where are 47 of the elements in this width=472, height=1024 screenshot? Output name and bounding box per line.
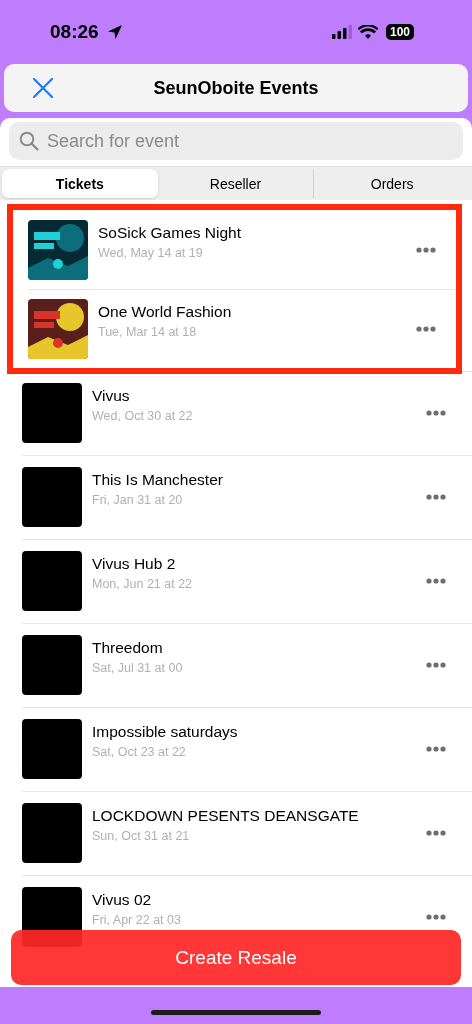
header-title: SeunOboite Events (153, 77, 319, 99)
search-input[interactable]: Search for event (45, 129, 453, 153)
thumbnail-placeholder (22, 551, 82, 611)
event-date: Tue, Mar 14 at 18 (98, 324, 198, 339)
more-icon[interactable] (426, 662, 446, 668)
wifi-icon (357, 25, 378, 39)
more-icon[interactable] (426, 830, 446, 836)
create-resale-button[interactable]: Create Resale (11, 930, 461, 985)
tab[interactable]: Reseller (157, 169, 314, 198)
thumbnail-placeholder (22, 803, 82, 863)
battery-indicator: 100 (385, 24, 414, 40)
event-title[interactable]: SoSick Games Night (98, 223, 416, 242)
event-date: Sun, Oct 31 at 21 (92, 829, 191, 843)
status-time: 08:26 (50, 21, 99, 43)
more-icon[interactable] (426, 578, 446, 584)
tab[interactable]: Tickets (2, 169, 158, 198)
event-date: Sat, Jul 31 at 00 (92, 661, 184, 675)
event-title[interactable]: LOCKDOWN PESENTS DEANSGATE (92, 807, 426, 825)
more-icon[interactable] (416, 325, 436, 332)
event-title[interactable]: Vivus (92, 387, 426, 405)
more-icon[interactable] (426, 746, 446, 752)
event-title[interactable]: This Is Manchester (92, 471, 426, 489)
event-title[interactable]: Vivus 02 (92, 891, 426, 909)
more-icon[interactable] (426, 410, 446, 416)
event-date: Fri, Jan 31 at 20 (92, 493, 184, 507)
event-date: Wed, Oct 30 at 22 (92, 409, 194, 423)
more-icon[interactable] (426, 914, 446, 920)
signal-icon (331, 25, 352, 39)
thumbnail-placeholder (22, 719, 82, 779)
search-icon (19, 131, 39, 151)
event-title[interactable]: Vivus Hub 2 (92, 555, 426, 573)
event-date: Mon, Jun 21 at 22 (92, 577, 194, 591)
more-icon[interactable] (426, 494, 446, 500)
tab[interactable]: Orders (313, 169, 470, 198)
event-title[interactable]: One World Fashion (98, 302, 416, 321)
close-icon[interactable] (33, 78, 53, 98)
thumbnail-placeholder (22, 467, 82, 527)
thumbnail-placeholder (22, 635, 82, 695)
event-title[interactable]: Impossible saturdays (92, 723, 426, 741)
event-date: Fri, Apr 22 at 03 (92, 913, 182, 927)
thumbnail-placeholder (22, 383, 82, 443)
event-date: Sat, Oct 23 at 22 (92, 745, 187, 759)
search-field[interactable]: Search for event (9, 122, 463, 160)
event-date: Wed, May 14 at 19 (98, 245, 204, 260)
event-title[interactable]: Threedom (92, 639, 426, 657)
more-icon[interactable] (416, 246, 436, 253)
location-arrow-icon (106, 24, 123, 40)
